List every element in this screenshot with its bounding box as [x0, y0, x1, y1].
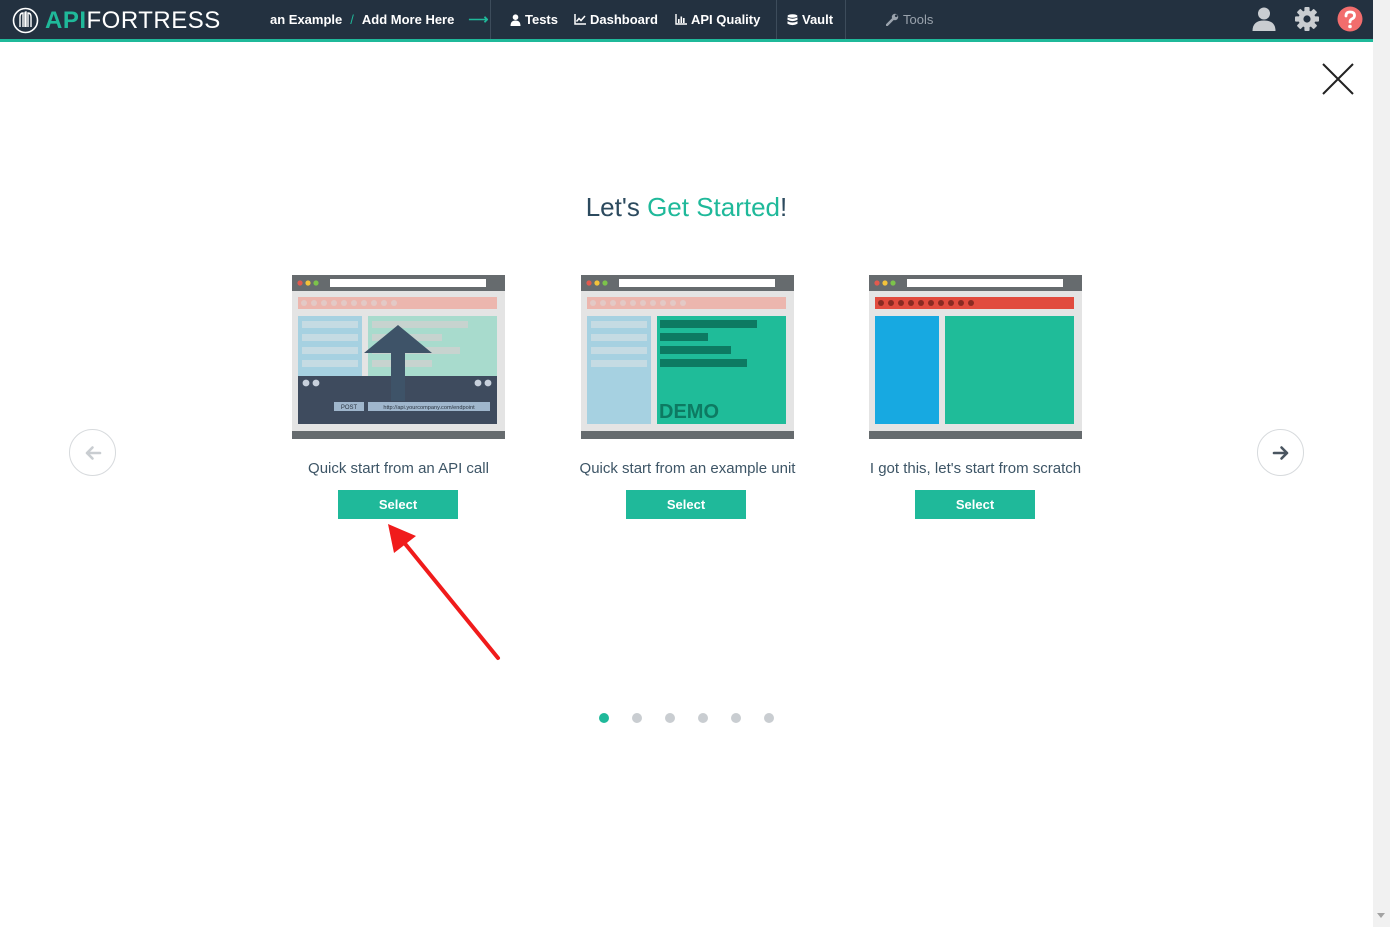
- nav-tests-label: Tests: [525, 12, 558, 27]
- option-caption: I got this, let's start from scratch: [869, 460, 1082, 477]
- breadcrumb-separator: /: [350, 12, 354, 27]
- modal-heading: Let's Get Started!: [0, 192, 1373, 223]
- arrow-left-icon: [85, 445, 101, 460]
- carousel-pagination: [599, 713, 797, 723]
- nav-tests[interactable]: Tests: [510, 0, 558, 39]
- nav-dashboard[interactable]: Dashboard: [574, 0, 658, 39]
- close-icon[interactable]: [1321, 62, 1355, 96]
- heading-prefix: Let's: [585, 192, 648, 222]
- pagination-dot[interactable]: [665, 713, 675, 723]
- user-icon: [510, 13, 521, 26]
- logo-mark-icon: [12, 7, 39, 33]
- apifortress-logo[interactable]: APIFORTRESS: [12, 6, 221, 34]
- example-unit-illustration: DEMO: [581, 275, 794, 439]
- nav-divider: [490, 0, 491, 39]
- illustration-demo-label: DEMO: [659, 401, 719, 423]
- heading-accent: Get Started: [647, 192, 781, 222]
- user-profile-icon[interactable]: [1251, 6, 1277, 32]
- gear-icon[interactable]: [1294, 6, 1320, 32]
- logo-text: APIFORTRESS: [45, 7, 221, 34]
- annotation-arrow-icon: [388, 524, 500, 660]
- nav-api-quality[interactable]: API Quality: [675, 0, 760, 39]
- breadcrumb: an Example / Add More Here ⟶: [270, 0, 488, 39]
- breadcrumb-project[interactable]: an Example: [270, 12, 342, 27]
- illustration-url: http://api.yourcompany.com/endpoint: [383, 405, 475, 411]
- nav-tools-label: Tools: [903, 12, 934, 27]
- nav-vault-label: Vault: [802, 12, 834, 27]
- illustration-method: POST: [341, 405, 358, 411]
- carousel-prev-button[interactable]: [69, 429, 116, 476]
- pagination-dot[interactable]: [698, 713, 708, 723]
- nav-vault[interactable]: Vault: [787, 0, 833, 39]
- from-scratch-illustration: [869, 275, 1082, 439]
- select-from-scratch-button[interactable]: Select: [915, 490, 1035, 519]
- nav-divider: [776, 0, 777, 39]
- nav-dashboard-label: Dashboard: [590, 12, 658, 27]
- pagination-dot[interactable]: [764, 713, 774, 723]
- pagination-dot[interactable]: [731, 713, 741, 723]
- nav-tools[interactable]: Tools: [886, 0, 933, 39]
- carousel-next-button[interactable]: [1257, 429, 1304, 476]
- pagination-dot[interactable]: [632, 713, 642, 723]
- line-chart-icon: [574, 14, 586, 25]
- help-icon[interactable]: [1337, 6, 1363, 32]
- breadcrumb-current[interactable]: Add More Here: [362, 12, 454, 27]
- logo-api: API: [45, 6, 87, 34]
- option-caption: Quick start from an API call: [308, 460, 489, 477]
- top-navbar: APIFORTRESS an Example / Add More Here ⟶…: [0, 0, 1373, 42]
- arrow-right-icon[interactable]: ⟶: [468, 11, 488, 28]
- pagination-dot[interactable]: [599, 713, 609, 723]
- api-call-illustration: POST http://api.yourcompany.com/endpoint: [292, 275, 505, 439]
- select-example-unit-button[interactable]: Select: [626, 490, 746, 519]
- database-icon: [787, 13, 798, 25]
- logo-fortress: FORTRESS: [86, 6, 221, 34]
- select-api-call-button[interactable]: Select: [338, 490, 458, 519]
- scrollbar[interactable]: [1373, 0, 1390, 927]
- nav-api-quality-label: API Quality: [691, 12, 761, 27]
- heading-suffix: !: [780, 192, 788, 222]
- bar-chart-icon: [675, 14, 687, 25]
- scroll-down-icon[interactable]: [1377, 913, 1385, 918]
- option-caption: Quick start from an example unit: [579, 460, 796, 477]
- wrench-icon: [886, 13, 899, 26]
- nav-divider: [845, 0, 846, 39]
- arrow-right-icon: [1272, 445, 1288, 460]
